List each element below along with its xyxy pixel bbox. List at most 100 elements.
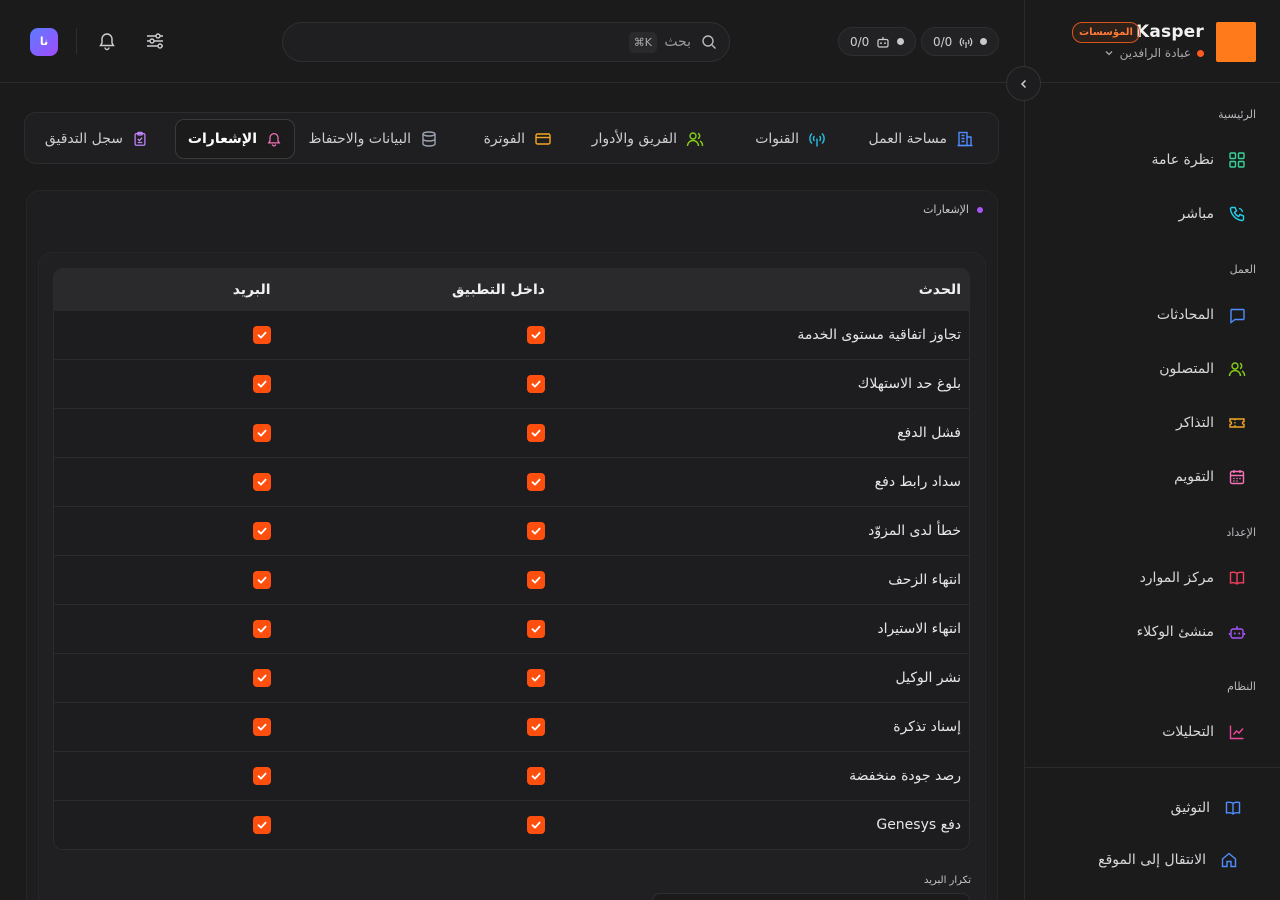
event-name: انتهاء الاستيراد [552,604,969,653]
email-checkbox[interactable] [252,766,271,785]
sidebar-item-analytics[interactable]: التحليلات [1048,712,1256,752]
in-app-cell [278,702,553,751]
in-app-cell [278,310,553,359]
bell-icon[interactable] [97,31,117,51]
table-row: رصد جودة منخفضة [54,751,969,800]
avatar[interactable]: نا [30,28,58,56]
tab-label: الفريق والأدوار [591,131,677,147]
email-checkbox[interactable] [252,717,271,736]
table-header-row: الحدث داخل التطبيق البريد [54,269,969,310]
in-app-cell [278,555,553,604]
antenna-icon [960,37,973,48]
check-icon [257,527,267,534]
workspace-status-dot [1197,49,1204,57]
in-app-cell [278,604,553,653]
sidebar-item-resources[interactable]: مركز الموارد [1048,558,1256,598]
check-icon [257,380,267,387]
nav-section-home: الرئيسية [1218,108,1256,121]
check-icon [257,478,267,485]
column-header-in-app: داخل التطبيق [278,269,553,310]
sidebar-collapse-button[interactable] [1006,66,1041,101]
sidebar-item-label: التقويم [1174,469,1214,485]
check-icon [257,723,267,730]
email-checkbox[interactable] [252,619,271,638]
table-row: تجاوز اتفاقية مستوى الخدمة [54,310,969,359]
search-input[interactable]: بحث ⌘K [282,22,730,62]
users-icon [686,132,704,147]
email-checkbox[interactable] [252,423,271,442]
in-app-checkbox[interactable] [526,374,545,393]
email-checkbox[interactable] [252,325,271,344]
tab-data-retention[interactable]: البيانات والاحتفاظ [297,119,450,159]
sidebar-item-label: التذاكر [1175,415,1214,431]
email-cell [54,457,279,506]
in-app-checkbox[interactable] [526,766,545,785]
in-app-checkbox[interactable] [526,619,545,638]
nav-section-setup: الإعداد [1226,526,1256,539]
sidebar-item-callers[interactable]: المتصلون [1048,349,1256,389]
in-app-checkbox[interactable] [526,325,545,344]
tab-workspace[interactable]: مساحة العمل [857,119,986,159]
email-checkbox[interactable] [252,374,271,393]
sidebar-item-live[interactable]: مباشر [1048,194,1256,234]
check-icon [531,527,541,534]
sidebar-item-docs[interactable]: التوثيق [1048,788,1256,828]
tab-audit-log[interactable]: سجل التدقيق [33,119,160,159]
in-app-checkbox[interactable] [526,668,545,687]
tab-label: الإشعارات [187,131,257,147]
topbar-divider [76,28,77,54]
in-app-checkbox[interactable] [526,717,545,736]
email-checkbox[interactable] [252,570,271,589]
event-name: تجاوز اتفاقية مستوى الخدمة [552,310,969,359]
sliders-icon[interactable] [145,31,165,51]
sidebar-item-agent-builder[interactable]: منشئ الوكلاء [1048,612,1256,652]
tab-notifications[interactable]: الإشعارات [174,119,295,159]
in-app-checkbox[interactable] [526,815,545,834]
sidebar-item-label: مباشر [1178,206,1214,222]
database-icon [422,131,436,147]
email-frequency-select[interactable] [652,893,970,900]
section-title: الإشعارات [923,203,983,216]
tab-billing[interactable]: الفوترة [472,119,564,159]
sidebar-item-conversations[interactable]: المحادثات [1048,295,1256,335]
in-app-checkbox[interactable] [526,521,545,540]
tab-channels[interactable]: القنوات [743,119,838,159]
email-checkbox[interactable] [252,472,271,491]
in-app-checkbox[interactable] [526,423,545,442]
in-app-checkbox[interactable] [526,570,545,589]
check-icon [531,674,541,681]
event-name: إسناد تذكرة [552,702,969,751]
channels-status-pill[interactable]: 0/0 [921,27,1000,56]
in-app-checkbox[interactable] [526,472,545,491]
email-checkbox[interactable] [252,521,271,540]
workspace-switcher[interactable]: عبادة الرافدين [1104,46,1204,60]
check-icon [531,331,541,338]
brand-logo [1216,22,1256,62]
sidebar-item-calendar[interactable]: التقويم [1048,457,1256,497]
table-row: خطأ لدى المزوّد [54,506,969,555]
chart-icon [1229,725,1244,740]
sidebar-item-overview[interactable]: نظرة عامة [1048,140,1256,180]
sidebar-item-label: الانتقال إلى الموقع [1098,852,1206,868]
section-dot [977,206,983,213]
search-placeholder: بحث [664,34,691,50]
check-icon [531,380,541,387]
tab-label: مساحة العمل [868,131,947,147]
in-app-cell [278,653,553,702]
email-checkbox[interactable] [252,815,271,834]
sidebar-item-tickets[interactable]: التذاكر [1048,403,1256,443]
sidebar-item-label: التوثيق [1170,800,1210,816]
in-app-cell [278,408,553,457]
agents-status-dot [897,38,905,45]
email-checkbox[interactable] [252,668,271,687]
check-icon [531,478,541,485]
sidebar-item-go-to-site[interactable]: الانتقال إلى الموقع [1048,840,1256,880]
table-row: فشل الدفع [54,408,969,457]
sidebar-item-label: مركز الموارد [1139,570,1214,586]
email-cell [54,506,279,555]
sidebar-item-label: المحادثات [1156,307,1214,323]
event-name: رصد جودة منخفضة [552,751,969,800]
agents-status-pill[interactable]: 0/0 [838,27,917,56]
check-icon [257,429,267,436]
tab-team-roles[interactable]: الفريق والأدوار [580,119,716,159]
